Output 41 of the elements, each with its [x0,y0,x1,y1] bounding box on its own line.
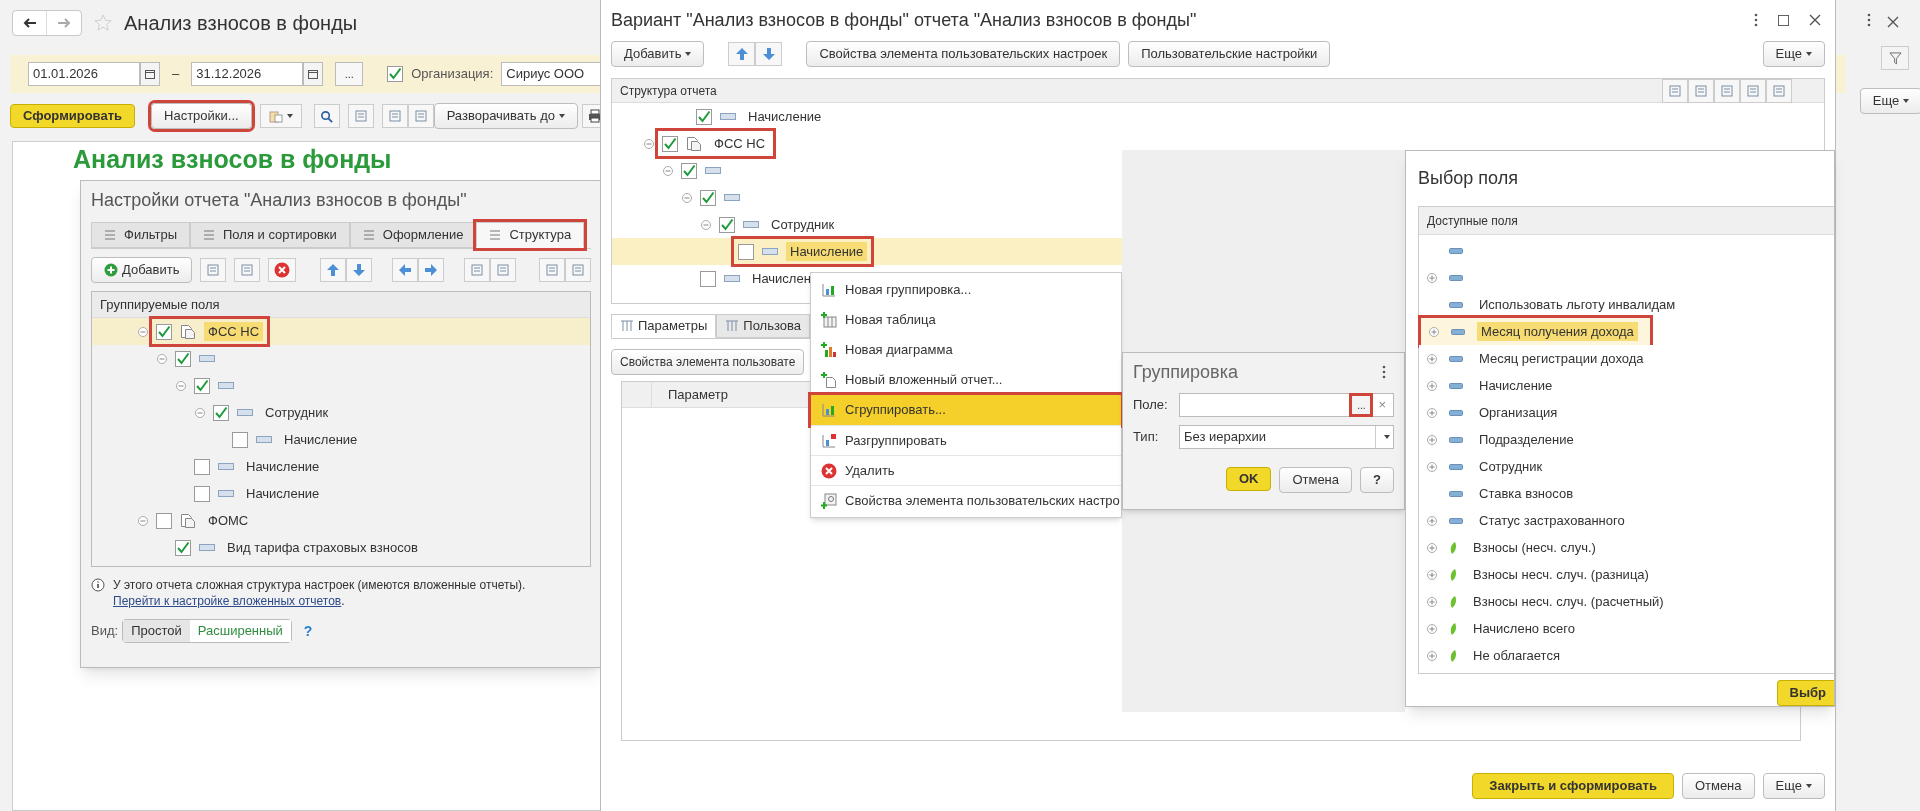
dialog-title: Выбор поля [1418,167,1519,190]
info-text: У этого отчета сложная структура настроек (имеются вложенные отчеты). Перейти к настройке вложенных отчетов. [113,577,526,609]
field-label: Взносы несч. случ. (расчетный) [1472,592,1665,611]
organization-label: Организация: [411,65,494,84]
tree-label: Начисление [245,484,321,503]
column-header: Группируемые поля [92,292,590,318]
column-header: Доступные поля [1419,207,1834,235]
field-label: Взносы несч. случ. (разница) [1472,565,1650,584]
field-label: Не облагается [1472,646,1561,665]
tree-label: ФСС НС [713,134,767,153]
tree-label: Начисление [747,107,823,126]
window-title: Вариант "Анализ взносов в фонды" отчета "Анализ взносов в фонды" [611,8,1197,32]
field-label: Месяц получения дохода [1477,321,1638,342]
field-label: Месяц регистрации дохода [1478,349,1645,368]
tree-label: Сотрудник [264,403,330,422]
report-heading: Анализ взносов в фонды [73,145,392,173]
view-label: Вид: [91,622,119,641]
tree-label: Начисление [245,457,321,476]
field-label: Поле: [1133,396,1169,415]
tree-label: Сотрудник [770,215,836,234]
field-label: Подразделение [1478,430,1575,449]
tree-label: Начисление [786,241,868,262]
window-title: Анализ взносов в фонды [124,10,358,36]
field-label: Сотрудник [1478,457,1544,476]
field-label: Начислено всего [1472,619,1576,638]
field-label: Ставка взносов [1478,484,1575,503]
field-label: Взносы (несч. случ.) [1472,538,1597,557]
type-label: Тип: [1133,428,1160,447]
tree-label: Начислен [751,269,812,288]
tree-label: Вид тарифа страховых взносов [226,538,419,557]
tree-label: Начисление [283,430,359,449]
dialog-title: Группировка [1133,360,1238,384]
column-header: Параметр [667,385,729,404]
tree-label: ФОМС [207,511,250,530]
field-label: Начисление [1478,376,1554,395]
tree-label: ФСС НС [204,321,264,342]
field-label: Статус застрахованного [1478,511,1626,530]
dialog-title: Настройки отчета "Анализ взносов в фонды" [91,189,468,212]
range-dash: – [171,65,181,84]
field-label: Организация [1478,403,1559,422]
field-label: Использовать льготу инвалидам [1478,295,1677,314]
